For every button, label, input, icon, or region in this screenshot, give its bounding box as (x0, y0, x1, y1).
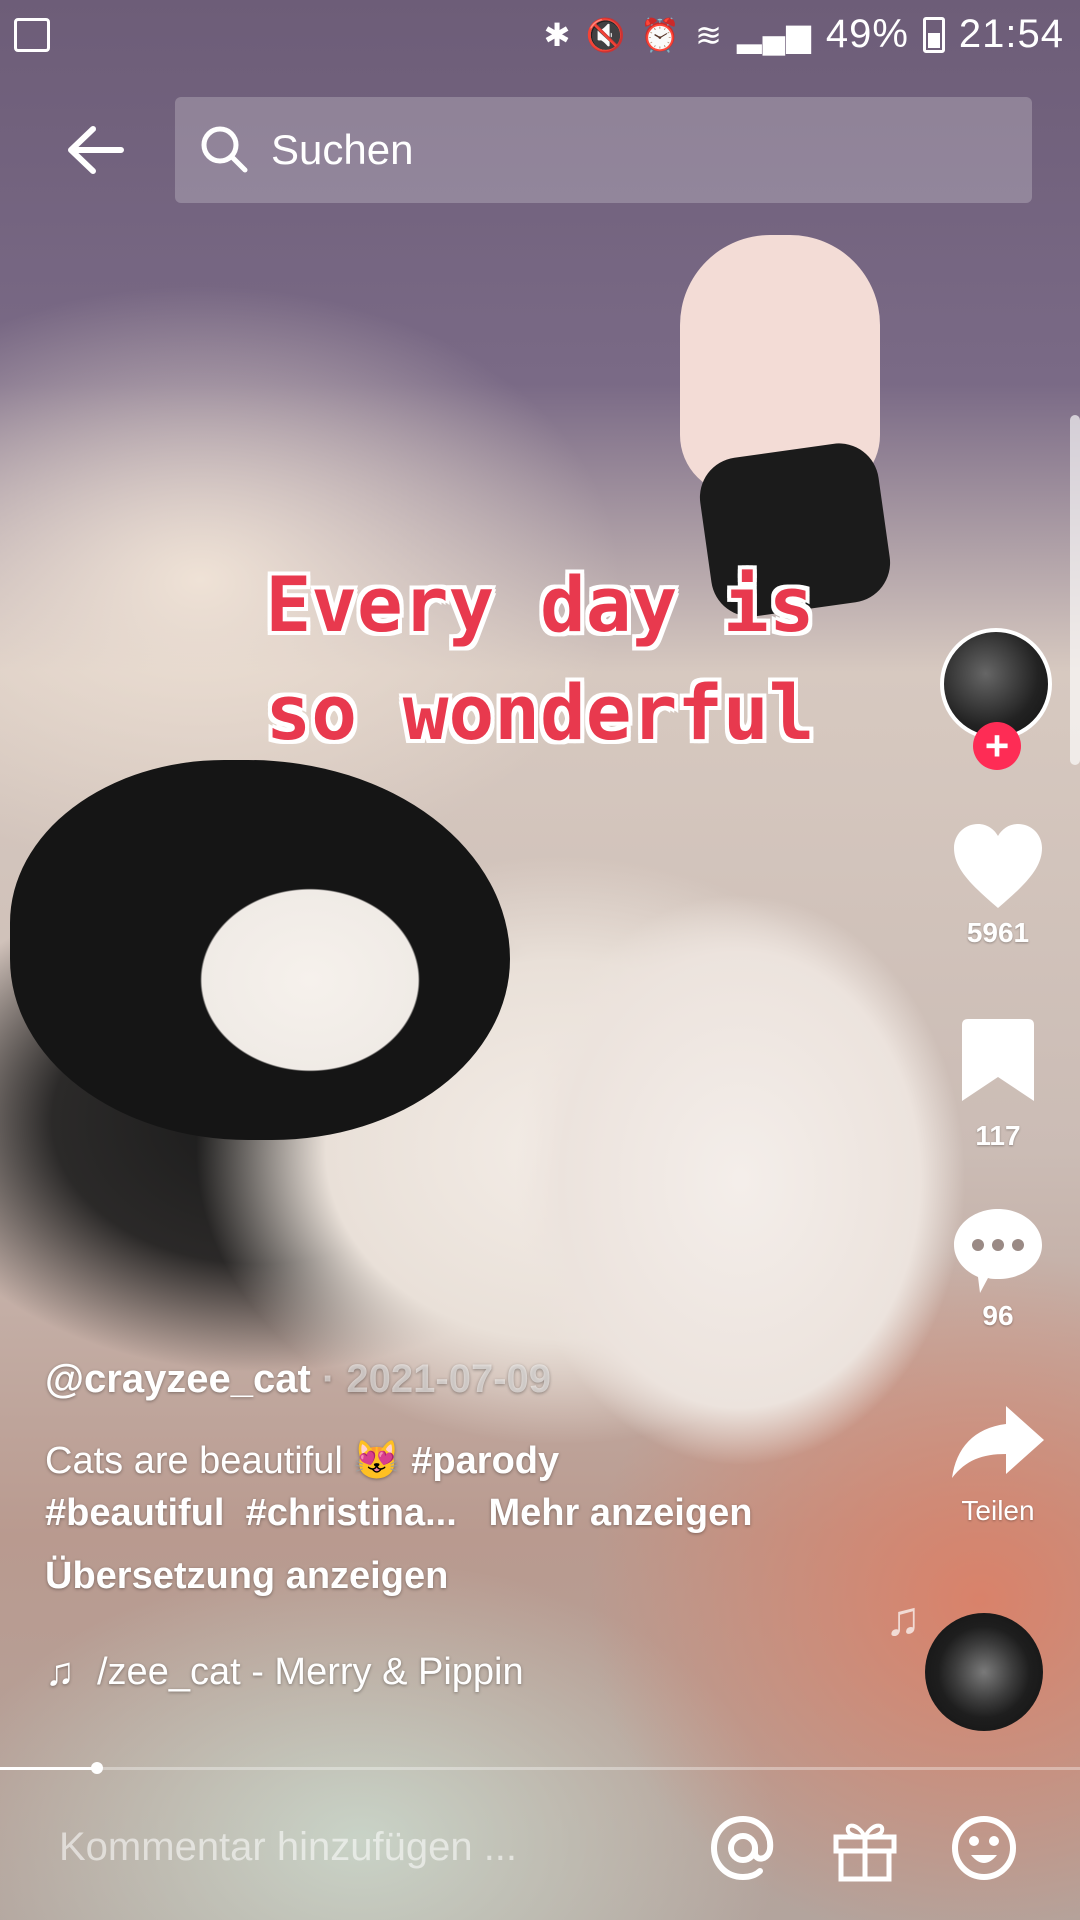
bluetooth-icon: ✱ (543, 16, 572, 53)
post-caption: Cats are beautiful 😻 #parody #beautiful … (45, 1435, 845, 1539)
comment-count: 96 (982, 1300, 1014, 1331)
alarm-icon: ⏰ (640, 16, 682, 53)
show-translation-button[interactable]: Übersetzung anzeigen (45, 1555, 448, 1598)
bookmark-button[interactable]: 117 (940, 1017, 1056, 1152)
hashtag-link[interactable]: #parody (411, 1440, 559, 1482)
emoji-button[interactable] (946, 1810, 1022, 1886)
back-button[interactable] (60, 115, 130, 185)
video-caption-line-2: so wonderful (265, 668, 815, 757)
sound-title: /zee_cat - Merry & Pippin (97, 1651, 524, 1693)
show-more-button[interactable]: Mehr anzeigen (488, 1492, 752, 1534)
arrow-left-icon (68, 126, 124, 174)
status-bar: ✱ 🔇 ⏰ ≋ ▂▄▆ 49% 21:54 (0, 0, 1080, 70)
sound-link[interactable]: ♫ /zee_cat - Merry & Pippin (45, 1650, 524, 1695)
music-note-icon: ♫ (45, 1650, 75, 1694)
comment-icon (954, 1209, 1042, 1293)
share-arrow-icon (952, 1406, 1044, 1478)
bookmark-count: 117 (975, 1120, 1021, 1151)
share-button[interactable]: Teilen (940, 1402, 1056, 1527)
date-separator: · (310, 1357, 347, 1401)
gift-button[interactable] (827, 1810, 903, 1886)
signal-icon: ▂▄▆ (736, 16, 812, 53)
hashtag-link[interactable]: #christina... (246, 1492, 457, 1534)
smiley-icon (952, 1816, 1016, 1880)
comment-button[interactable]: 96 (940, 1205, 1056, 1332)
scroll-indicator (1070, 415, 1080, 765)
clock: 21:54 (958, 12, 1064, 56)
video-caption-line-1: Every day is (265, 560, 815, 649)
hashtag-link[interactable]: #beautiful (45, 1492, 224, 1534)
post-date: 2021-07-09 (346, 1357, 552, 1401)
caption-text: Cats are beautiful (45, 1440, 343, 1482)
battery-icon (922, 16, 945, 53)
heart-icon (954, 824, 1042, 908)
wifi-icon: ≋ (695, 16, 723, 53)
comment-bar: Kommentar hinzufügen ... (0, 1770, 1080, 1920)
floating-music-note-icon: ♫ (885, 1593, 921, 1646)
like-button[interactable]: 5961 (940, 822, 1056, 949)
search-icon (201, 126, 248, 173)
gift-icon (833, 1823, 897, 1882)
like-count: 5961 (966, 917, 1030, 948)
mute-icon: 🔇 (585, 16, 627, 53)
battery-percent: 49% (825, 12, 909, 56)
post-author-line: @crayzee_cat · 2021-07-09 (45, 1357, 551, 1402)
at-sign-icon (710, 1815, 774, 1881)
sound-disc[interactable] (925, 1613, 1043, 1731)
follow-button[interactable]: + (973, 722, 1021, 770)
username-link[interactable]: @crayzee_cat (45, 1357, 311, 1401)
search-placeholder: Suchen (271, 126, 414, 173)
gallery-notification-icon (14, 18, 50, 52)
comment-placeholder: Kommentar hinzufügen ... (59, 1824, 518, 1869)
cat-emoji: 😻 (353, 1440, 401, 1482)
bookmark-icon (962, 1019, 1034, 1101)
plus-icon: + (984, 722, 1010, 769)
comment-input[interactable]: Kommentar hinzufügen ... (35, 1802, 685, 1892)
share-label: Teilen (961, 1495, 1035, 1526)
mention-button[interactable] (705, 1810, 781, 1886)
search-bar[interactable]: Suchen (175, 97, 1032, 203)
